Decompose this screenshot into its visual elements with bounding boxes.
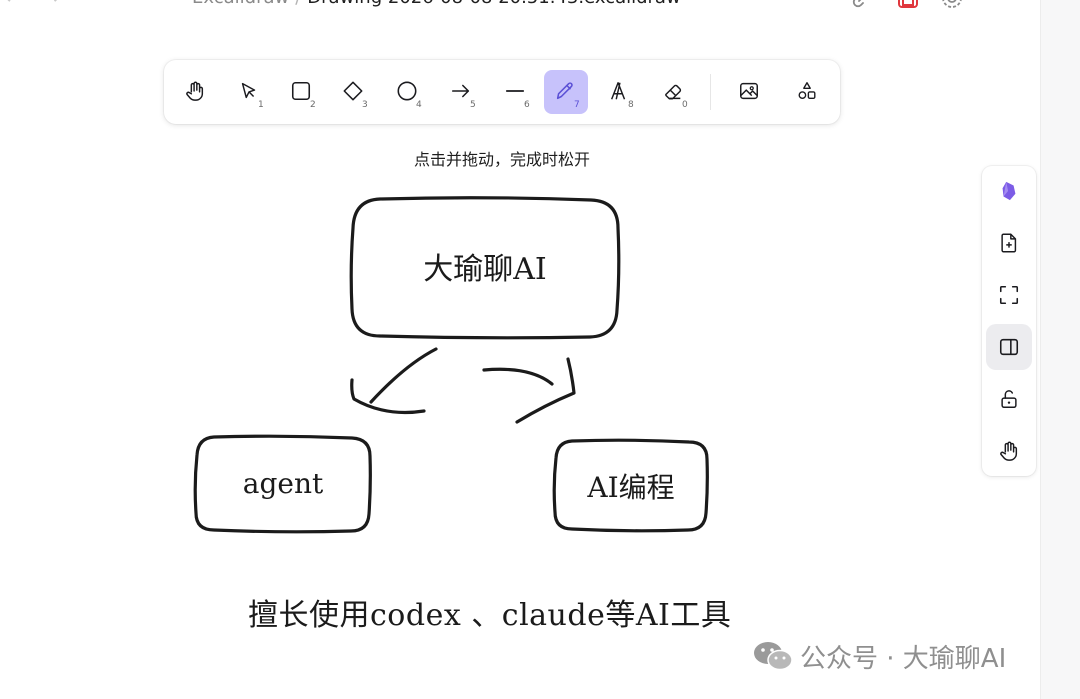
canvas-caption[interactable]: 擅长使用codex 、claude等AI工具 <box>248 590 731 634</box>
left-arrow-stroke <box>369 347 438 404</box>
right-arrow-stroke <box>482 367 554 386</box>
right-node-label[interactable]: AI编程 <box>555 466 707 506</box>
watermark: 公众号 · 大瑜聊AI <box>752 636 1006 676</box>
wechat-icon <box>754 642 793 671</box>
root-node-label[interactable]: 大瑜聊AI <box>352 244 618 288</box>
watermark-text: 公众号 · 大瑜聊AI <box>800 643 1007 674</box>
right-arrow-head <box>515 357 576 424</box>
left-node-label[interactable]: agent <box>196 467 370 500</box>
excalidraw-window: ← → Excalidraw/Drawing 2026-08-08 20.51.… <box>0 0 1080 699</box>
